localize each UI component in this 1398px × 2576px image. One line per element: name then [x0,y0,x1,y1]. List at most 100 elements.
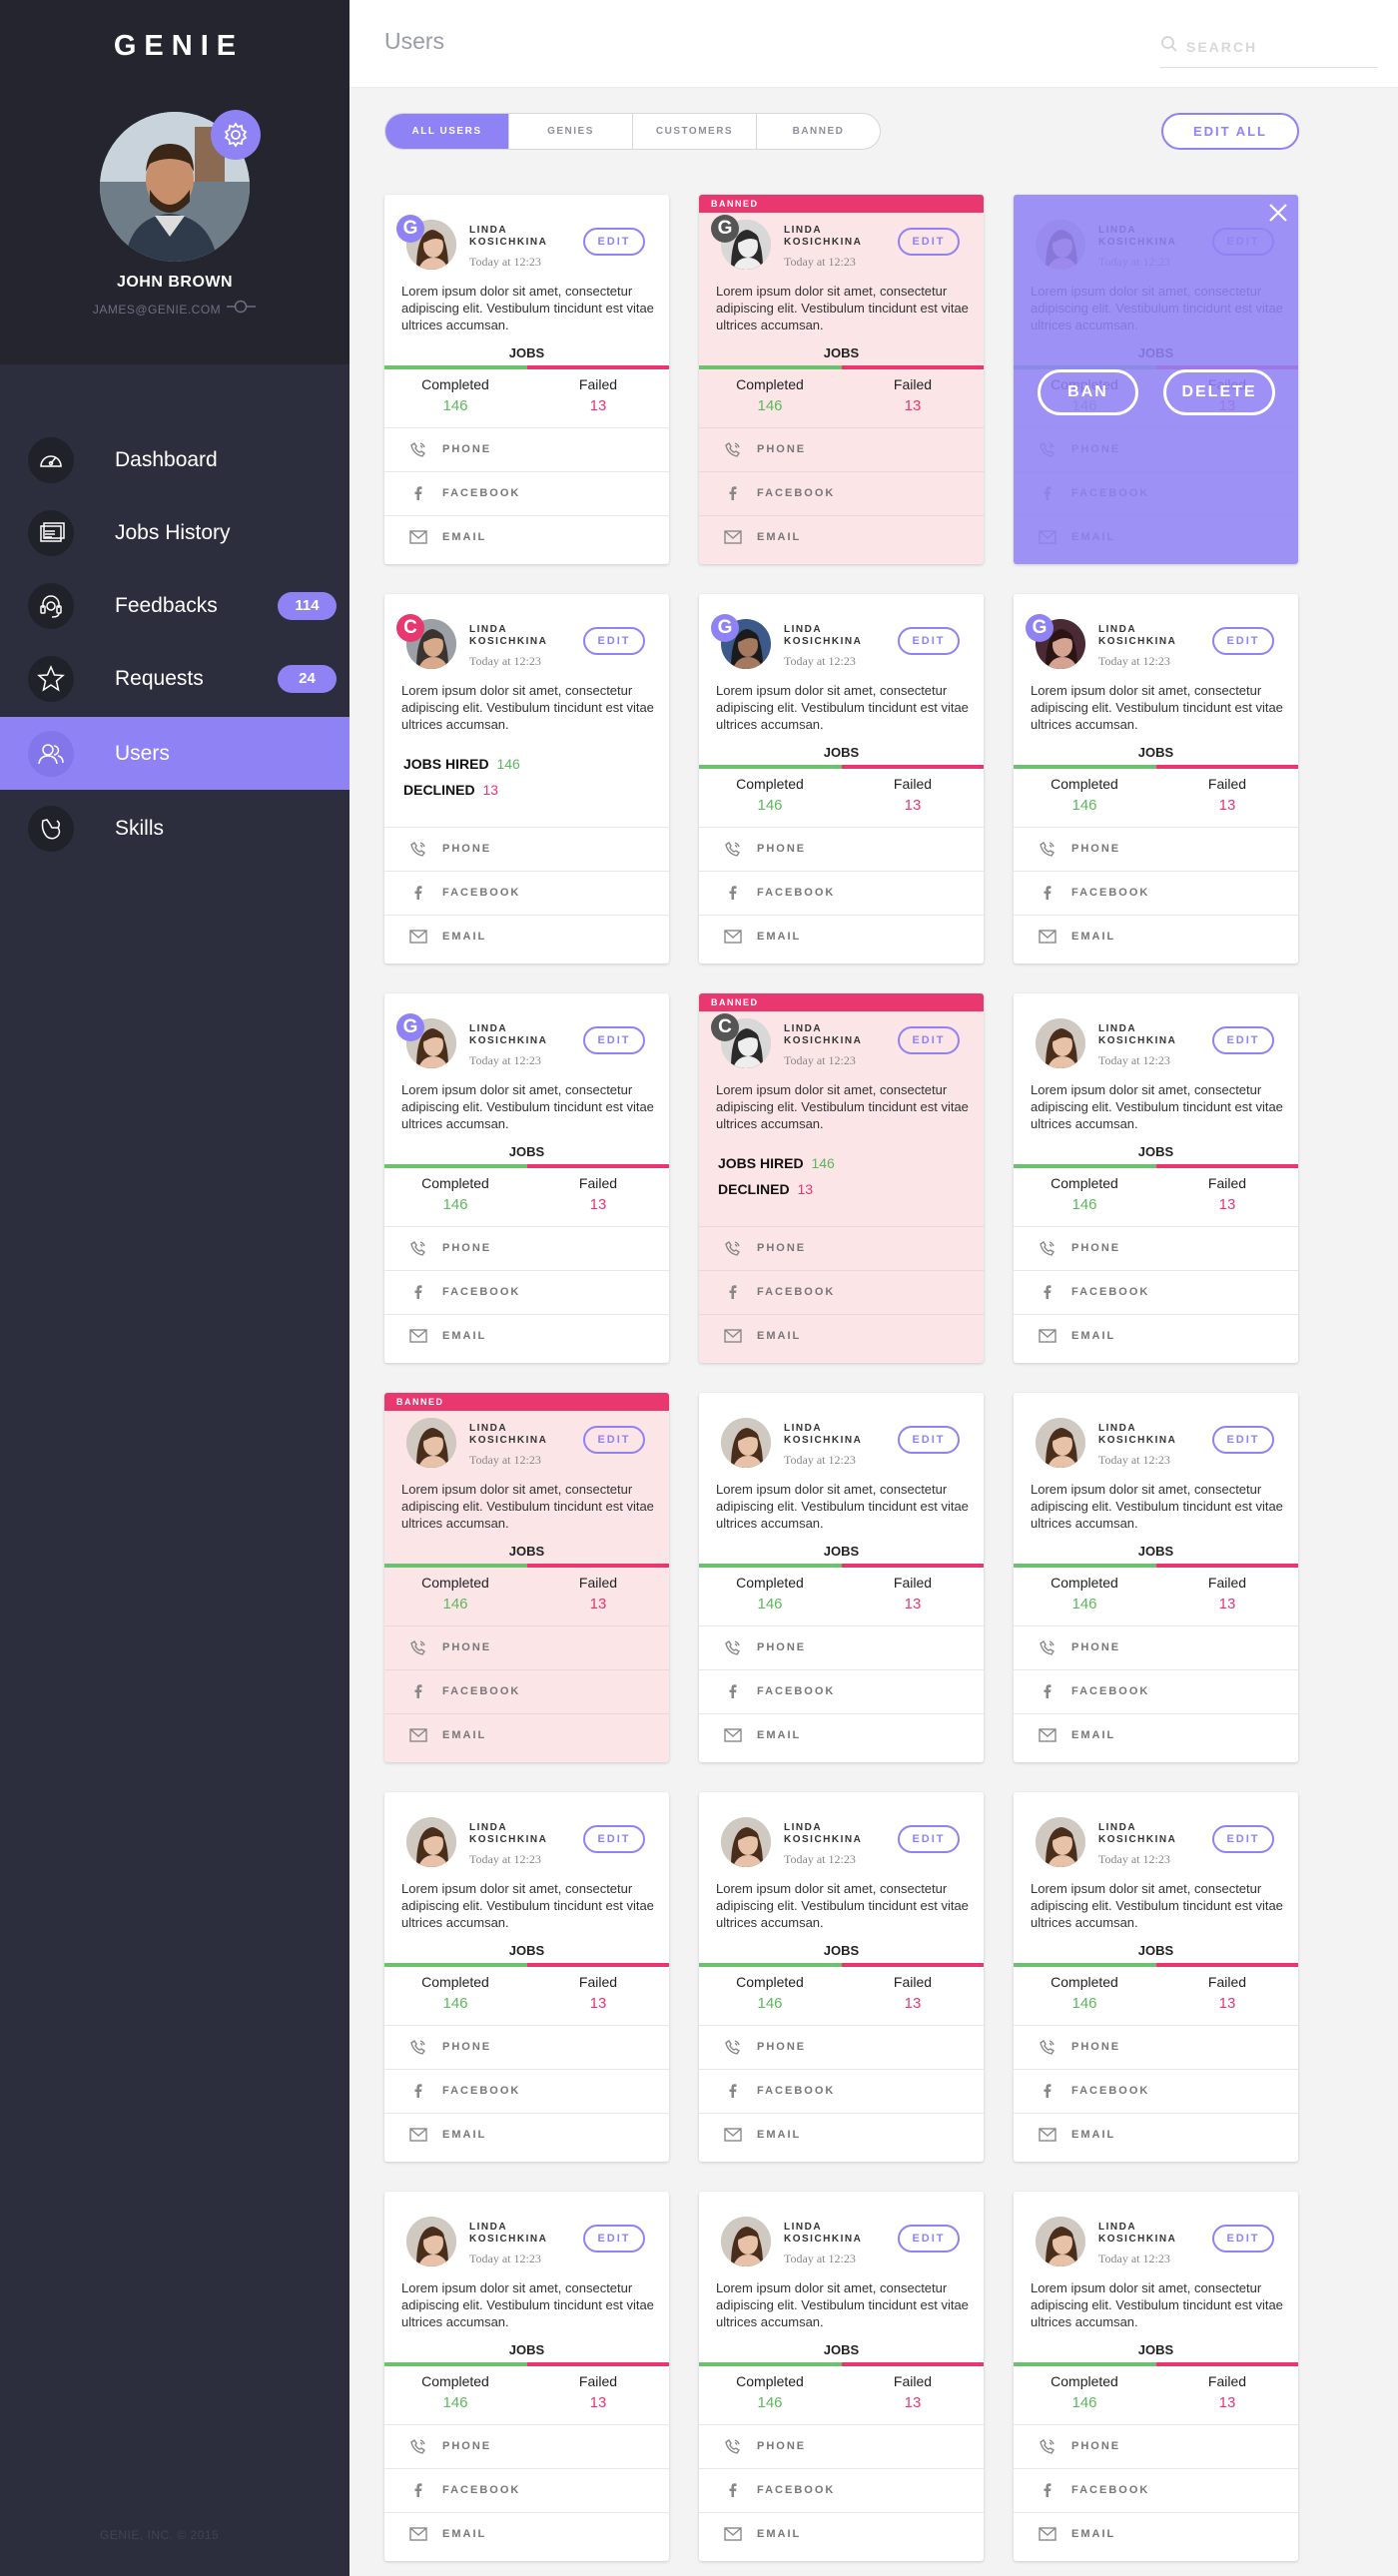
phone-link[interactable]: PHONE [1014,827,1298,870]
facebook-link[interactable]: FACEBOOK [699,1270,984,1313]
edit-button[interactable]: EDIT [1212,627,1274,655]
search-input[interactable] [1186,38,1366,55]
facebook-link[interactable]: FACEBOOK [699,471,984,514]
phone-link[interactable]: PHONE [384,827,669,870]
edit-button[interactable]: EDIT [583,2225,645,2253]
user-card[interactable]: BANNED G LINDA KOSICHKINA Today at 12:23 EDI… [699,195,984,564]
facebook-link[interactable]: FACEBOOK [384,471,669,514]
phone-link[interactable]: PHONE [384,2025,669,2068]
user-card[interactable]: LINDA KOSICHKINAToday at 12:23EDITLorem … [699,2192,984,2561]
phone-link[interactable]: PHONE [699,2025,984,2068]
ban-button[interactable]: BAN [1038,369,1138,415]
user-card[interactable]: LINDA KOSICHKINAToday at 12:23EDITLorem … [1014,1792,1298,2162]
email-link[interactable]: EMAIL [1014,1314,1298,1357]
user-card[interactable]: BANNED C LINDA KOSICHKINA Today at 12:23 EDI… [699,993,984,1363]
search-box[interactable] [1160,26,1378,68]
tab-genies[interactable]: GENIES [509,114,633,149]
email-link[interactable]: EMAIL [384,1314,669,1357]
settings-gear-icon[interactable] [211,110,261,160]
facebook-link[interactable]: FACEBOOK [699,1669,984,1712]
phone-link[interactable]: PHONE [384,1625,669,1668]
edit-button[interactable]: EDIT [898,228,960,256]
user-card[interactable]: LINDA KOSICHKINAToday at 12:23EDITLorem … [1014,195,1298,564]
phone-link[interactable]: PHONE [699,427,984,470]
close-icon[interactable] [1266,201,1290,225]
user-card[interactable]: LINDA KOSICHKINAToday at 12:23EDITLorem … [699,1393,984,1762]
phone-link[interactable]: PHONE [384,427,669,470]
facebook-link[interactable]: FACEBOOK [1014,871,1298,914]
phone-link[interactable]: PHONE [384,2424,669,2467]
facebook-link[interactable]: FACEBOOK [699,871,984,914]
edit-button[interactable]: EDIT [583,1026,645,1054]
email-link[interactable]: EMAIL [384,2113,669,2156]
email-link[interactable]: EMAIL [699,2113,984,2156]
phone-link[interactable]: PHONE [384,1226,669,1269]
facebook-link[interactable]: FACEBOOK [1014,1270,1298,1313]
logout-icon[interactable] [227,300,257,319]
facebook-link[interactable]: FACEBOOK [384,1669,669,1712]
user-card[interactable]: G LINDA KOSICHKINA Today at 12:23 EDIT Lorem… [384,993,669,1363]
edit-button[interactable]: EDIT [1212,1426,1274,1454]
user-card[interactable]: LINDA KOSICHKINAToday at 12:23EDITLorem … [384,2192,669,2561]
phone-link[interactable]: PHONE [1014,1625,1298,1668]
facebook-link[interactable]: FACEBOOK [1014,1669,1298,1712]
user-card[interactable]: LINDA KOSICHKINAToday at 12:23EDITLorem … [699,1792,984,2162]
edit-button[interactable]: EDIT [1212,1026,1274,1054]
delete-button[interactable]: DELETE [1163,369,1275,415]
email-link[interactable]: EMAIL [384,1713,669,1756]
phone-link[interactable]: PHONE [1014,2424,1298,2467]
phone-link[interactable]: PHONE [699,827,984,870]
edit-button[interactable]: EDIT [1212,1825,1274,1853]
nav-jobs-history[interactable]: Jobs History [0,496,350,569]
phone-link[interactable]: PHONE [1014,1226,1298,1269]
facebook-link[interactable]: FACEBOOK [699,2069,984,2112]
user-card[interactable]: LINDA KOSICHKINAToday at 12:23EDITLorem … [1014,993,1298,1363]
phone-link[interactable]: PHONE [1014,2025,1298,2068]
nav-users[interactable]: Users [0,717,350,790]
edit-button[interactable]: EDIT [898,2225,960,2253]
email-link[interactable]: EMAIL [699,515,984,558]
tab-all-users[interactable]: ALL USERS [385,114,509,149]
edit-button[interactable]: EDIT [898,627,960,655]
email-link[interactable]: EMAIL [384,915,669,958]
edit-button[interactable]: EDIT [583,228,645,256]
user-card[interactable]: BANNED LINDA KOSICHKINA Today at 12:23 EDIT… [384,1393,669,1762]
tab-customers[interactable]: CUSTOMERS [633,114,757,149]
tab-banned[interactable]: BANNED [757,114,880,149]
facebook-link[interactable]: FACEBOOK [1014,2468,1298,2511]
facebook-link[interactable]: FACEBOOK [699,2468,984,2511]
email-link[interactable]: EMAIL [1014,1713,1298,1756]
edit-button[interactable]: EDIT [898,1026,960,1054]
phone-link[interactable]: PHONE [699,1625,984,1668]
user-card[interactable]: LINDA KOSICHKINAToday at 12:23EDITLorem … [384,1792,669,2162]
edit-button[interactable]: EDIT [583,1426,645,1454]
edit-button[interactable]: EDIT [898,1825,960,1853]
facebook-link[interactable]: FACEBOOK [384,1270,669,1313]
edit-button[interactable]: EDIT [898,1426,960,1454]
user-card[interactable]: G LINDA KOSICHKINA Today at 12:23 EDIT Lorem… [699,594,984,964]
email-link[interactable]: EMAIL [699,2512,984,2555]
edit-button[interactable]: EDIT [1212,2225,1274,2253]
edit-all-button[interactable]: EDIT ALL [1161,113,1299,150]
facebook-link[interactable]: FACEBOOK [1014,2069,1298,2112]
email-link[interactable]: EMAIL [1014,2113,1298,2156]
facebook-link[interactable]: FACEBOOK [384,871,669,914]
user-card[interactable]: C LINDA KOSICHKINA Today at 12:23 EDIT Lorem… [384,594,669,964]
user-card[interactable]: G LINDA KOSICHKINA Today at 12:23 EDIT Lorem… [1014,594,1298,964]
nav-feedbacks[interactable]: Feedbacks 114 [0,569,350,642]
nav-requests[interactable]: Requests 24 [0,642,350,715]
email-link[interactable]: EMAIL [1014,2512,1298,2555]
email-link[interactable]: EMAIL [699,1314,984,1357]
facebook-link[interactable]: FACEBOOK [384,2069,669,2112]
nav-dashboard[interactable]: Dashboard [0,423,350,496]
email-link[interactable]: EMAIL [384,515,669,558]
user-card[interactable]: LINDA KOSICHKINAToday at 12:23EDITLorem … [1014,2192,1298,2561]
user-card[interactable]: LINDA KOSICHKINAToday at 12:23EDITLorem … [1014,1393,1298,1762]
edit-button[interactable]: EDIT [583,627,645,655]
edit-button[interactable]: EDIT [583,1825,645,1853]
email-link[interactable]: EMAIL [699,1713,984,1756]
email-link[interactable]: EMAIL [1014,915,1298,958]
email-link[interactable]: EMAIL [699,915,984,958]
phone-link[interactable]: PHONE [699,1226,984,1269]
nav-skills[interactable]: Skills [0,792,350,865]
